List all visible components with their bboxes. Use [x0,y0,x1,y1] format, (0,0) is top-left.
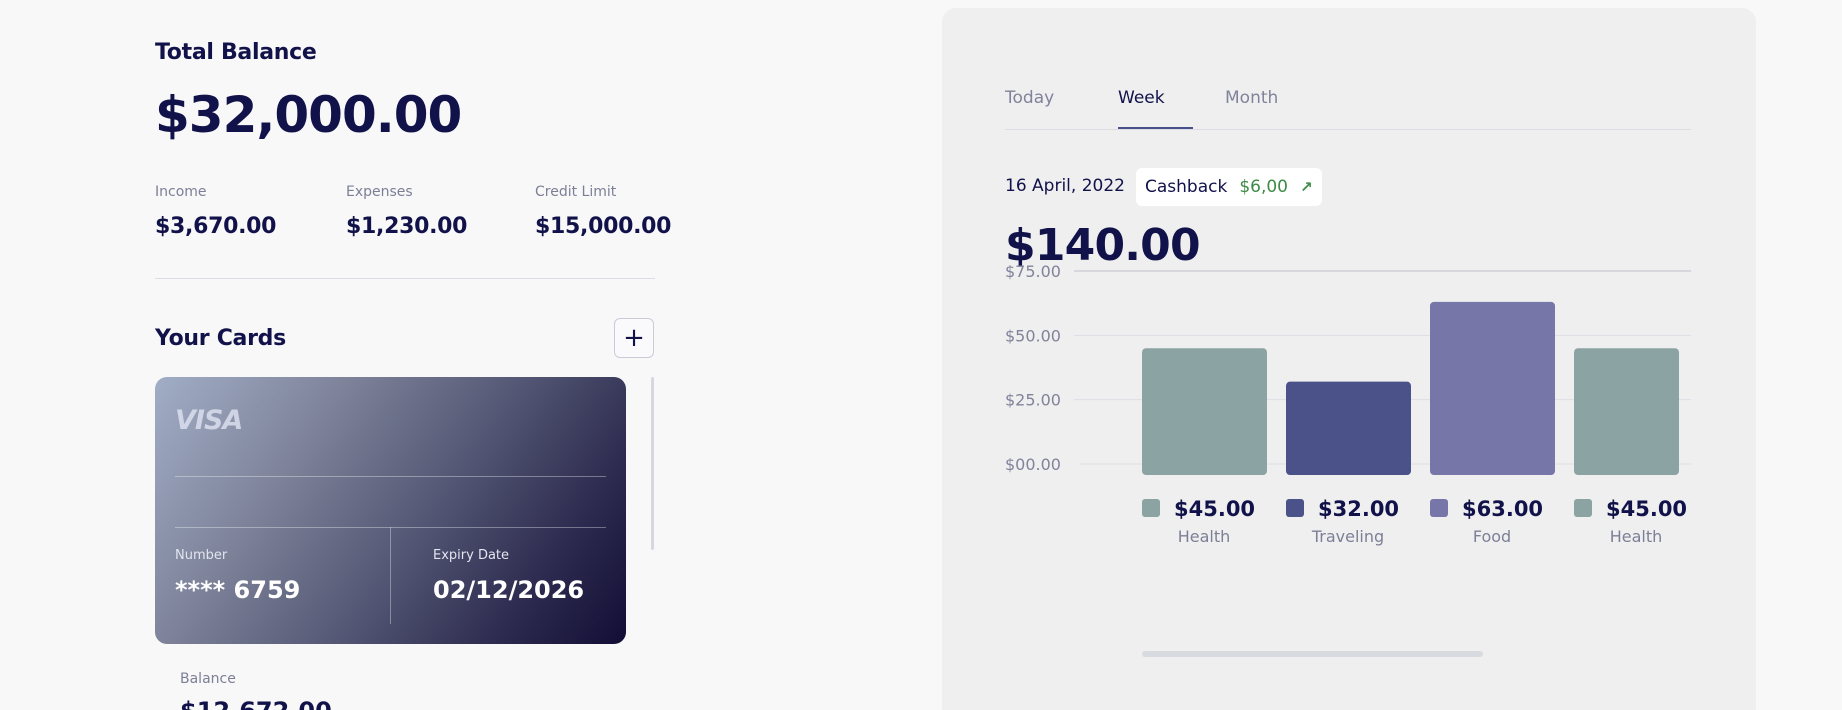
bar-traveling [1286,381,1411,475]
legend-value: $45.00 [1174,497,1255,521]
legend-category: Food [1473,527,1511,546]
legend-category: Traveling [1311,527,1384,546]
card-expiry-label: Expiry Date [433,548,510,563]
y-tick-label: $50.00 [1005,326,1061,345]
legend-value: $32.00 [1318,497,1399,521]
legend-category: Health [1610,527,1663,546]
total-balance-value: $32,000.00 [155,86,462,144]
card-balance-value: $12,672.00 [180,697,332,710]
legend-swatch [1142,499,1160,517]
cards-scrollbar[interactable] [651,377,654,550]
expenses-stat: Expenses $1,230.00 [346,184,467,239]
visa-logo: VISA [175,405,243,436]
legend-swatch [1286,499,1304,517]
income-label: Income [155,184,207,200]
bar-food [1430,301,1555,475]
add-card-button[interactable]: + [614,318,654,358]
credit-limit-stat: Credit Limit $15,000.00 [535,184,671,239]
page: Total Balance $32,000.00 Income $3,670.0… [0,0,1842,710]
income-stat: Income $3,670.00 [155,184,276,239]
bar-health [1142,348,1267,475]
plus-icon: + [623,323,645,353]
visa-card[interactable]: VISA Number **** 6759 Expiry Date 02/12/… [155,377,626,644]
y-tick-label: $75.00 [1005,262,1061,281]
spending-panel: Today Week Month 16 April, 2022 Cashback… [942,8,1756,710]
legend-value: $45.00 [1606,497,1687,521]
spending-bar-chart: $75.00 $50.00 $25.00 $00.00 $45.00 Health $32.… [1005,262,1691,546]
legend-value: $63.00 [1462,497,1543,521]
expenses-value: $1,230.00 [346,214,468,239]
card-balance-label: Balance [180,671,236,687]
y-tick-label: $25.00 [1005,391,1061,410]
legend-swatch [1430,499,1448,517]
card-divider [390,527,391,624]
total-balance-label: Total Balance [155,40,317,65]
card-number-value: **** 6759 [175,576,301,604]
income-value: $3,670.00 [155,214,277,239]
chart-scrollbar[interactable] [1142,651,1483,657]
expenses-label: Expenses [346,184,413,200]
bar-health [1574,348,1679,475]
balance-section: Total Balance $32,000.00 Income $3,670.0… [155,0,671,710]
card-number-label: Number [175,548,228,563]
legend-swatch [1574,499,1592,517]
legend-category: Health [1178,527,1231,546]
credit-limit-label: Credit Limit [535,184,617,200]
credit-limit-value: $15,000.00 [535,214,672,239]
card-expiry-value: 02/12/2026 [433,576,585,604]
divider [155,278,655,279]
y-tick-label: $00.00 [1005,455,1061,474]
card-divider [175,476,606,477]
your-cards-title: Your Cards [155,326,286,351]
